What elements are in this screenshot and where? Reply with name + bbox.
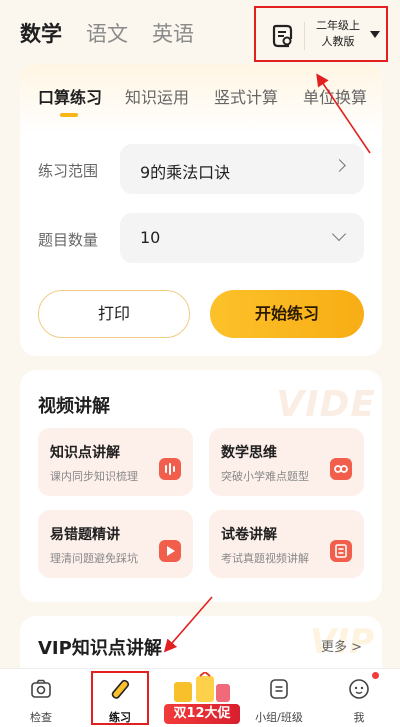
tile-subtitle: 课内同步知识梳理 (50, 470, 138, 483)
tabbar-label-me: 我 (353, 711, 365, 724)
video-section-title: 视频讲解 (38, 396, 110, 417)
vip-section-title: VIP知识点讲解 (38, 638, 162, 659)
audio-wave-icon (159, 458, 181, 480)
tabbar-item-check[interactable]: 检查 (6, 669, 76, 727)
gift-box-icon (174, 670, 230, 702)
notification-dot (372, 672, 379, 679)
subject-tab-english[interactable]: 英语 (152, 18, 194, 48)
chevron-right-icon (333, 159, 346, 172)
video-tile-exam[interactable]: 试卷讲解 考试真题视频讲解 (209, 510, 364, 578)
infinity-icon (330, 458, 352, 480)
range-value: 9的乘法口诀 (140, 163, 231, 182)
tile-title: 知识点讲解 (50, 445, 120, 461)
grade-label: 二年级上 (316, 19, 360, 32)
profile-icon (348, 678, 370, 700)
practice-tabs: 口算练习 知识运用 竖式计算 单位换算 (20, 84, 382, 124)
top-bar: 数学 语文 英语 二年级上 人教版 (0, 0, 400, 62)
vip-more-link[interactable]: 更多 > (321, 636, 362, 655)
tile-subtitle: 突破小学难点题型 (221, 470, 309, 483)
count-selector[interactable]: 10 (120, 213, 364, 263)
video-section: VIDE 视频讲解 知识点讲解 课内同步知识梳理 数学思维 突破小学难点题型 易… (20, 370, 382, 602)
video-watermark: VIDE (276, 384, 376, 425)
divider (304, 22, 305, 50)
textbook-icon[interactable] (270, 24, 296, 48)
subject-tab-chinese[interactable]: 语文 (86, 18, 128, 48)
grade-selector-highlight: 二年级上 人教版 (254, 6, 388, 62)
tabbar-label-group: 小组/班级 (255, 711, 303, 724)
range-label: 练习范围 (38, 162, 99, 180)
chevron-down-icon (331, 226, 347, 242)
tile-title: 试卷讲解 (221, 527, 277, 543)
tabbar-label-check: 检查 (30, 711, 52, 724)
count-label: 题目数量 (38, 231, 99, 249)
subject-tab-math[interactable]: 数学 (20, 18, 62, 48)
document-icon (330, 540, 352, 562)
camera-icon (30, 678, 52, 700)
practice-card: 口算练习 知识运用 竖式计算 单位换算 练习范围 9的乘法口诀 题目数量 10 … (20, 64, 382, 356)
chevron-down-icon[interactable] (370, 31, 380, 38)
edition-label: 人教版 (321, 35, 355, 48)
start-practice-button[interactable]: 开始练习 (210, 290, 364, 338)
promo-banner: 双12大促 (164, 704, 240, 724)
tile-title: 数学思维 (221, 445, 277, 461)
video-tile-knowledge[interactable]: 知识点讲解 课内同步知识梳理 (38, 428, 193, 496)
tile-subtitle: 考试真题视频讲解 (221, 552, 309, 565)
play-icon (159, 540, 181, 562)
group-icon (268, 678, 290, 700)
tab-oral-calc[interactable]: 口算练习 (38, 84, 102, 108)
tab-vertical-calc[interactable]: 竖式计算 (214, 84, 278, 108)
promo-double12[interactable]: 双12大促 (160, 670, 244, 724)
range-selector[interactable]: 9的乘法口诀 (120, 144, 364, 194)
practice-tab-highlight (91, 671, 149, 725)
tab-knowledge-use[interactable]: 知识运用 (125, 84, 189, 108)
video-tile-mistakes[interactable]: 易错题精讲 理清问题避免踩坑 (38, 510, 193, 578)
tile-title: 易错题精讲 (50, 527, 120, 543)
grade-selector[interactable]: 二年级上 人教版 (308, 18, 368, 50)
count-value: 10 (140, 228, 161, 247)
video-tile-math-thinking[interactable]: 数学思维 突破小学难点题型 (209, 428, 364, 496)
active-tab-indicator (60, 113, 78, 117)
vip-section: VIP VIP知识点讲解 更多 > (20, 616, 382, 676)
tile-subtitle: 理清问题避免踩坑 (50, 552, 138, 565)
tab-unit-convert[interactable]: 单位换算 (303, 84, 367, 108)
tabbar-item-me[interactable]: 我 (324, 669, 394, 727)
print-button[interactable]: 打印 (38, 290, 190, 338)
tabbar-item-group[interactable]: 小组/班级 (244, 669, 314, 727)
